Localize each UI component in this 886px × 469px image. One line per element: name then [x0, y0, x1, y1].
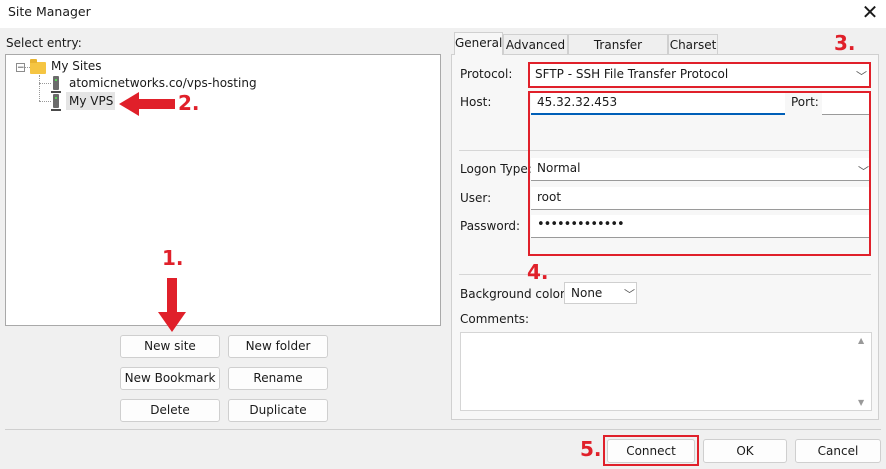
user-label: User:: [460, 191, 492, 205]
logon-type-select[interactable]: Normal: [531, 158, 870, 181]
password-label: Password:: [460, 219, 521, 233]
port-label: Port:: [791, 95, 819, 109]
cancel-button[interactable]: Cancel: [795, 439, 881, 463]
password-input[interactable]: •••••••••••••: [531, 215, 870, 238]
annotation-step-5: 5.: [580, 437, 602, 461]
annotation-step-4: 4.: [527, 260, 549, 284]
scroll-down-icon[interactable]: ▼: [858, 398, 864, 407]
background-color-label: Background color:: [460, 287, 569, 301]
arrow-left-icon: [119, 92, 175, 116]
folder-icon: [30, 59, 46, 74]
tree-root-label[interactable]: My Sites: [51, 59, 102, 73]
host-label: Host:: [460, 95, 492, 109]
annotation-step-2: 2.: [178, 91, 200, 115]
logon-type-label: Logon Type:: [460, 162, 532, 176]
server-icon: [51, 94, 61, 111]
new-bookmark-button[interactable]: New Bookmark: [120, 367, 220, 390]
delete-button[interactable]: Delete: [120, 399, 220, 422]
window-title: Site Manager: [8, 4, 91, 19]
host-input[interactable]: 45.32.32.453: [531, 92, 785, 115]
tab-transfer-settings[interactable]: Transfer Settings: [568, 34, 668, 72]
connect-button[interactable]: Connect: [607, 439, 695, 463]
comments-label: Comments:: [460, 312, 530, 326]
close-icon[interactable]: ✕: [858, 1, 882, 23]
comments-textarea[interactable]: [460, 332, 872, 411]
chevron-down-icon[interactable]: ﹀: [856, 68, 867, 84]
divider: [459, 150, 871, 151]
annotation-step-3: 3.: [834, 31, 856, 55]
annotation-step-1: 1.: [162, 246, 184, 270]
tab-advanced[interactable]: Advanced: [503, 34, 568, 54]
divider: [459, 274, 871, 275]
footer-divider: [5, 429, 881, 430]
user-input[interactable]: root: [531, 187, 870, 210]
select-entry-label: Select entry:: [6, 36, 82, 50]
tree-item-my-vps[interactable]: My VPS: [69, 94, 113, 108]
rename-button[interactable]: Rename: [228, 367, 328, 390]
protocol-select[interactable]: SFTP - SSH File Transfer Protocol: [529, 63, 869, 87]
tree-expander-icon[interactable]: −: [16, 63, 25, 73]
tab-charset[interactable]: Charset: [668, 34, 718, 54]
title-bar: [0, 0, 886, 28]
site-tree[interactable]: − My Sites atomicnetworks.co/vps-hosting…: [5, 54, 441, 326]
tree-item-atomicnetworks[interactable]: atomicnetworks.co/vps-hosting: [69, 76, 257, 90]
protocol-label: Protocol:: [460, 67, 513, 81]
chevron-down-icon[interactable]: ﹀: [858, 163, 869, 179]
arrow-down-icon: [158, 278, 186, 332]
server-icon: [51, 76, 61, 93]
chevron-down-icon[interactable]: ﹀: [624, 286, 635, 302]
scroll-up-icon[interactable]: ▲: [858, 336, 864, 345]
new-folder-button[interactable]: New folder: [228, 335, 328, 358]
port-input[interactable]: [822, 92, 870, 115]
new-site-button[interactable]: New site: [120, 335, 220, 358]
duplicate-button[interactable]: Duplicate: [228, 399, 328, 422]
tab-general[interactable]: General: [454, 32, 503, 55]
ok-button[interactable]: OK: [703, 439, 787, 463]
